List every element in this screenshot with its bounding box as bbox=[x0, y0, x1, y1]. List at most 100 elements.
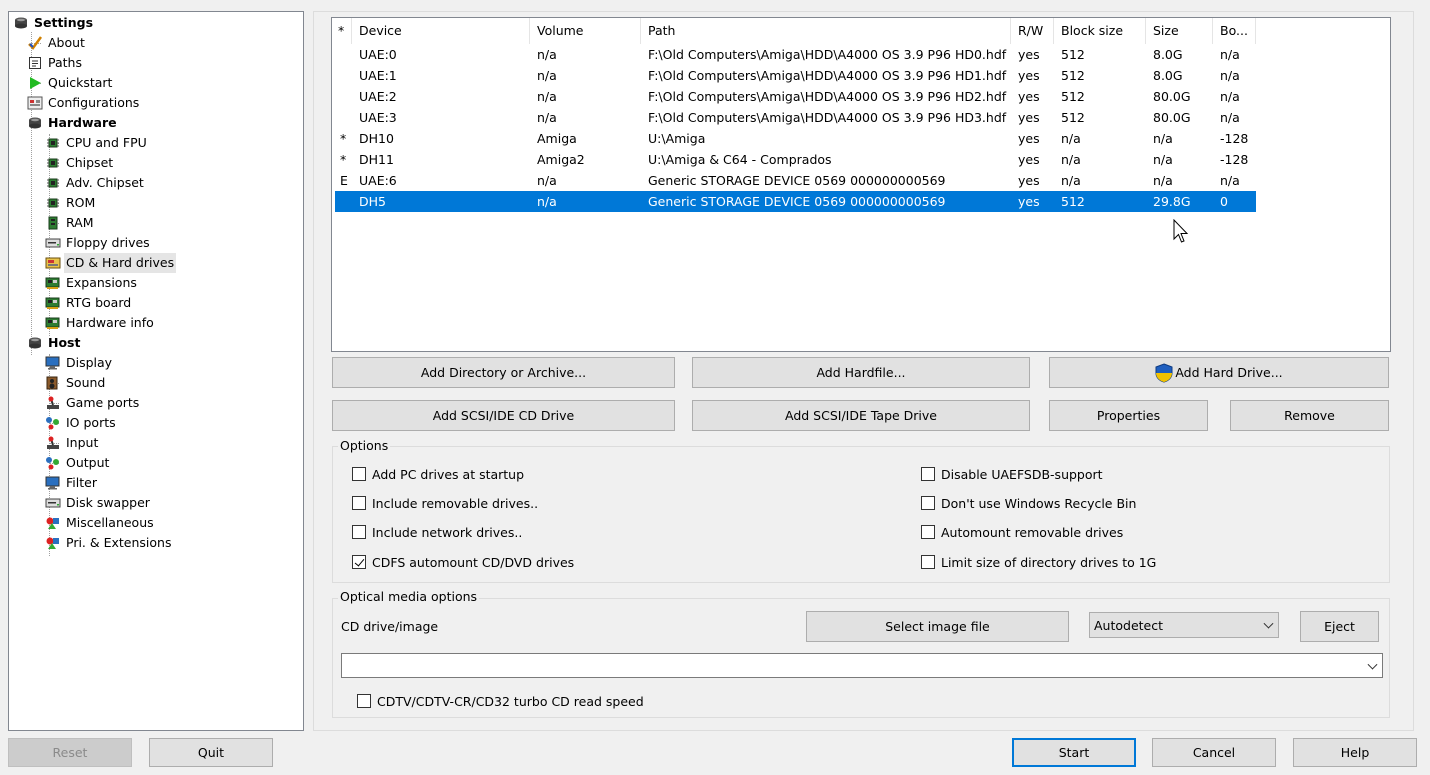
table-cell bbox=[335, 65, 355, 86]
checkbox-label: CDTV/CDTV-CR/CD32 turbo CD read speed bbox=[377, 693, 644, 709]
column-header[interactable]: Volume bbox=[530, 18, 641, 44]
checkbox-box[interactable] bbox=[352, 467, 366, 481]
add-hardfile-button[interactable]: Add Hardfile... bbox=[692, 357, 1030, 388]
column-header[interactable]: Bo... bbox=[1213, 18, 1256, 44]
tree-item-cd-hard-drives[interactable]: CD & Hard drives bbox=[45, 253, 177, 273]
tree-item-input[interactable]: Input bbox=[45, 433, 100, 453]
table-cell: n/a bbox=[537, 194, 557, 209]
tree-item-adv-chipset[interactable]: Adv. Chipset bbox=[45, 173, 146, 193]
table-cell: UAE:3 bbox=[359, 110, 397, 125]
table-cell: 29.8G bbox=[1153, 194, 1191, 209]
tree-item-io-ports[interactable]: IO ports bbox=[45, 413, 118, 433]
quit-button[interactable]: Quit bbox=[149, 738, 273, 767]
tree-item-configurations[interactable]: Configurations bbox=[27, 93, 141, 113]
add-cd-drive-button[interactable]: Add SCSI/IDE CD Drive bbox=[332, 400, 675, 431]
tree-item-hardware-info[interactable]: Hardware info bbox=[45, 313, 156, 333]
tree-item-miscellaneous[interactable]: Miscellaneous bbox=[45, 513, 156, 533]
table-row[interactable]: UAE:0 n/a F:\Old Computers\Amiga\HDD\A4000… bbox=[335, 44, 1256, 65]
cancel-label: Cancel bbox=[1192, 745, 1236, 760]
uac-shield-icon bbox=[1155, 362, 1173, 383]
disable-uaefsdb-support-checkbox[interactable]: Disable UAEFSDB-support bbox=[921, 464, 1103, 484]
eject-button[interactable]: Eject bbox=[1300, 611, 1379, 642]
tree-item-expansions[interactable]: Expansions bbox=[45, 273, 139, 293]
column-header[interactable]: Size bbox=[1146, 18, 1213, 44]
table-row[interactable]: UAE:2 n/a F:\Old Computers\Amiga\HDD\A4000… bbox=[335, 86, 1256, 107]
column-header[interactable]: * bbox=[332, 18, 352, 44]
checkbox-box[interactable] bbox=[921, 525, 935, 539]
tree-item-pri-extensions[interactable]: Pri. & Extensions bbox=[45, 533, 173, 553]
cdfs-automount-cd-dvd-drives-checkbox[interactable]: CDFS automount CD/DVD drives bbox=[352, 552, 574, 572]
table-row[interactable]: * DH11 Amiga2 U:\Amiga & C64 - Comprados yes… bbox=[335, 149, 1256, 170]
column-header[interactable]: R/W bbox=[1011, 18, 1054, 44]
tree-item-about[interactable]: About bbox=[27, 33, 87, 53]
properties-button[interactable]: Properties bbox=[1049, 400, 1208, 431]
cancel-button[interactable]: Cancel bbox=[1152, 738, 1276, 767]
tree-root-settings[interactable]: Settings bbox=[13, 13, 95, 33]
checkbox-box[interactable] bbox=[352, 555, 366, 569]
table-cell: 512 bbox=[1061, 47, 1085, 62]
tree-label: Hardware bbox=[48, 115, 117, 130]
checkbox-box[interactable] bbox=[352, 496, 366, 510]
add-tape-drive-button[interactable]: Add SCSI/IDE Tape Drive bbox=[692, 400, 1030, 431]
checkbox-box[interactable] bbox=[921, 467, 935, 481]
include-removable-drives-checkbox[interactable]: Include removable drives.. bbox=[352, 493, 538, 513]
column-header[interactable]: Block size bbox=[1054, 18, 1146, 44]
tree-item-game-ports[interactable]: Game ports bbox=[45, 393, 141, 413]
help-button[interactable]: Help bbox=[1293, 738, 1417, 767]
add-hard-drive-button[interactable]: Add Hard Drive... bbox=[1049, 357, 1389, 388]
table-cell: yes bbox=[1018, 152, 1040, 167]
table-row[interactable]: * DH10 Amiga U:\Amiga yes n/a n/a -128 bbox=[335, 128, 1256, 149]
tree-item-rtg-board[interactable]: RTG board bbox=[45, 293, 133, 313]
add-pc-drives-at-startup-checkbox[interactable]: Add PC drives at startup bbox=[352, 464, 524, 484]
checkbox-box[interactable] bbox=[921, 496, 935, 510]
cd-image-path-combo[interactable] bbox=[341, 653, 1383, 678]
include-network-drives-checkbox[interactable]: Include network drives.. bbox=[352, 522, 522, 542]
drives-list[interactable]: * Device Volume Path R/W Block size Size Bo... … bbox=[331, 17, 1391, 352]
table-cell: 80.0G bbox=[1153, 89, 1191, 104]
mouse-cursor-icon bbox=[1173, 218, 1189, 248]
tree-item-chipset[interactable]: Chipset bbox=[45, 153, 115, 173]
checkbox-box[interactable] bbox=[352, 525, 366, 539]
tree-item-output[interactable]: Output bbox=[45, 453, 111, 473]
automount-removable-drives-checkbox[interactable]: Automount removable drives bbox=[921, 522, 1123, 542]
table-row[interactable]: UAE:3 n/a F:\Old Computers\Amiga\HDD\A4000… bbox=[335, 107, 1256, 128]
remove-button[interactable]: Remove bbox=[1230, 400, 1389, 431]
tree-item-disk-swapper[interactable]: Disk swapper bbox=[45, 493, 152, 513]
settings-tree[interactable]: Settings About Paths Quickstart Configur… bbox=[8, 11, 304, 731]
table-row[interactable]: UAE:1 n/a F:\Old Computers\Amiga\HDD\A4000… bbox=[335, 65, 1256, 86]
tree-label: ROM bbox=[66, 195, 96, 210]
tree-item-filter[interactable]: Filter bbox=[45, 473, 99, 493]
tree-item-rom[interactable]: ROM bbox=[45, 193, 97, 213]
reset-button[interactable]: Reset bbox=[8, 738, 132, 767]
tree-item-sound[interactable]: Sound bbox=[45, 373, 107, 393]
tree-item-cpu-and-fpu[interactable]: CPU and FPU bbox=[45, 133, 149, 153]
limit-size-of-directory-drives-to-1g-checkbox[interactable]: Limit size of directory drives to 1G bbox=[921, 552, 1156, 572]
checkbox-box[interactable] bbox=[357, 694, 371, 708]
tree-item-display[interactable]: Display bbox=[45, 353, 114, 373]
tree-group-hardware[interactable]: Hardware bbox=[27, 113, 119, 133]
table-row[interactable]: DH5 n/a Generic STORAGE DEVICE 0569 000000… bbox=[335, 191, 1256, 212]
tree-group-host[interactable]: Host bbox=[27, 333, 82, 353]
chip-icon bbox=[45, 135, 61, 151]
drives-list-header: * Device Volume Path R/W Block size Size Bo... bbox=[332, 18, 1390, 44]
turbo-cd-checkbox[interactable]: CDTV/CDTV-CR/CD32 turbo CD read speed bbox=[357, 691, 644, 711]
tree-item-quickstart[interactable]: Quickstart bbox=[27, 73, 114, 93]
table-cell: n/a bbox=[1220, 110, 1240, 125]
tree-label: Game ports bbox=[66, 395, 140, 410]
tree-item-paths[interactable]: Paths bbox=[27, 53, 84, 73]
don-t-use-windows-recycle-bin-checkbox[interactable]: Don't use Windows Recycle Bin bbox=[921, 493, 1136, 513]
column-header[interactable]: Device bbox=[352, 18, 530, 44]
add-directory-button[interactable]: Add Directory or Archive... bbox=[332, 357, 675, 388]
select-image-button[interactable]: Select image file bbox=[806, 611, 1069, 642]
table-row[interactable]: E UAE:6 n/a Generic STORAGE DEVICE 0569 000… bbox=[335, 170, 1256, 191]
tree-item-floppy-drives[interactable]: Floppy drives bbox=[45, 233, 152, 253]
start-button[interactable]: Start bbox=[1012, 738, 1136, 767]
table-cell: n/a bbox=[537, 173, 557, 188]
tree-label: Settings bbox=[34, 15, 94, 30]
table-cell: * bbox=[340, 152, 347, 167]
cd-mode-select[interactable]: Autodetect bbox=[1089, 612, 1279, 638]
checkbox-box[interactable] bbox=[921, 555, 935, 569]
column-header[interactable]: Path bbox=[641, 18, 1011, 44]
tree-item-ram[interactable]: RAM bbox=[45, 213, 96, 233]
checkmark-icon bbox=[27, 35, 43, 51]
